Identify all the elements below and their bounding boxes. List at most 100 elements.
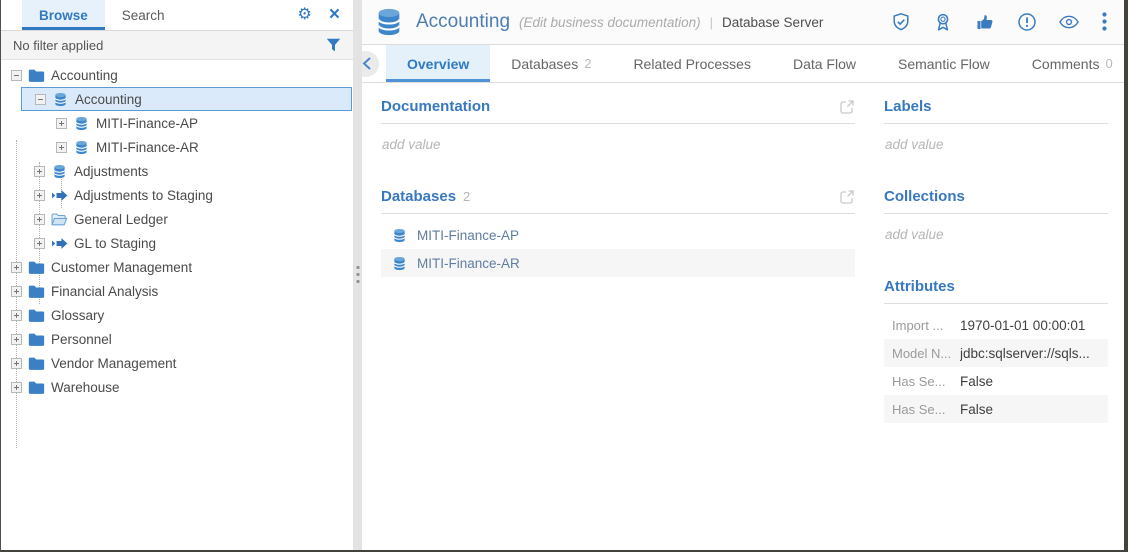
attributes-table: Import ... 1970-01-01 00:00:01 Model N..… (884, 311, 1108, 423)
tree-item-adjustments-to-staging[interactable]: Adjustments to Staging (1, 183, 353, 207)
expand-expander-icon[interactable] (11, 382, 22, 393)
expand-expander-icon[interactable] (56, 142, 67, 153)
tab-count: 0 (1105, 56, 1112, 71)
tree-item-label: Customer Management (51, 260, 192, 275)
tree-item-label: Warehouse (51, 380, 120, 395)
tab-comments[interactable]: Comments0 (1011, 45, 1124, 82)
database-server-icon (52, 92, 69, 107)
tree-item-label: Glossary (51, 308, 104, 323)
data-flow-icon (51, 236, 68, 251)
overview-main-column: Documentation add value Databases 2 MITI… (381, 83, 855, 277)
collections-add-value[interactable]: add value (884, 214, 1108, 263)
expand-expander-icon[interactable] (34, 214, 45, 225)
more-menu-icon[interactable] (1101, 12, 1108, 32)
tree-item-personnel[interactable]: Personnel (1, 327, 353, 351)
filter-bar: No filter applied (1, 31, 353, 60)
documentation-add-value[interactable]: add value (381, 124, 855, 173)
tree-item-label: Accounting (75, 92, 142, 107)
folder-icon (28, 284, 45, 299)
section-title: Databases (381, 188, 456, 205)
tree-item-adjustments[interactable]: Adjustments (1, 159, 353, 183)
tree-item-glossary[interactable]: Glossary (1, 303, 353, 327)
certification-award-icon[interactable] (933, 12, 953, 32)
documentation-section-header: Documentation (381, 83, 855, 124)
edit-documentation-hint[interactable]: (Edit business documentation) (519, 15, 701, 30)
tree-item-accounting-folder[interactable]: Accounting (1, 63, 353, 87)
open-in-editor-icon[interactable] (839, 99, 855, 115)
tree-item-vendor-management[interactable]: Vendor Management (1, 351, 353, 375)
splitter-grip-icon[interactable] (356, 266, 359, 283)
tree-item-general-ledger[interactable]: General Ledger (1, 207, 353, 231)
tab-semantic-flow[interactable]: Semantic Flow (877, 45, 1011, 82)
attribute-value: False (960, 402, 1108, 417)
expand-expander-icon[interactable] (11, 286, 22, 297)
tab-browse[interactable]: Browse (22, 0, 105, 30)
attribute-value: jdbc:sqlserver://sqls... (960, 346, 1108, 361)
tree-item-customer-management[interactable]: Customer Management (1, 255, 353, 279)
app-window: Browse Search ⚙ × No filter applied Acco… (0, 0, 1128, 552)
table-row: Has Se... False (884, 395, 1108, 423)
list-item-miti-finance-ap[interactable]: MITI-Finance-AP (381, 221, 855, 249)
expand-expander-icon[interactable] (11, 310, 22, 321)
tree-item-label: Adjustments to Staging (74, 188, 213, 203)
tree-item-miti-finance-ap[interactable]: MITI-Finance-AP (1, 111, 353, 135)
expand-expander-icon[interactable] (34, 190, 45, 201)
watch-eye-icon[interactable] (1059, 12, 1079, 32)
expand-expander-icon[interactable] (11, 358, 22, 369)
tab-related-processes[interactable]: Related Processes (612, 45, 772, 82)
tab-databases[interactable]: Databases2 (490, 45, 612, 82)
labels-section-header: Labels (884, 83, 1108, 124)
header-action-icons (891, 12, 1108, 32)
tab-label: Data Flow (793, 56, 856, 72)
object-type-label: Database Server (722, 15, 823, 30)
attribute-name: Has Se... (884, 402, 960, 417)
expand-expander-icon[interactable] (34, 166, 45, 177)
table-row: Model N... jdbc:sqlserver://sqls... (884, 339, 1108, 367)
filter-icon[interactable] (326, 38, 341, 52)
tab-browse-label: Browse (39, 8, 88, 23)
attribute-name: Import ... (884, 318, 960, 333)
table-row: Has Se... False (884, 367, 1108, 395)
tab-search[interactable]: Search (105, 0, 182, 30)
expand-expander-icon[interactable] (56, 118, 67, 129)
section-title: Documentation (381, 98, 490, 115)
expand-expander-icon[interactable] (11, 262, 22, 273)
tab-overview[interactable]: Overview (386, 45, 490, 82)
tree-item-label: Financial Analysis (51, 284, 158, 299)
object-header: Accounting (Edit business documentation)… (362, 0, 1124, 45)
panel-splitter[interactable] (353, 0, 362, 550)
tree-item-accounting-server[interactable]: Accounting (21, 87, 352, 111)
attribute-name: Has Se... (884, 374, 960, 389)
tree-item-warehouse[interactable]: Warehouse (1, 375, 353, 399)
folder-icon (28, 68, 45, 83)
list-item-miti-finance-ar[interactable]: MITI-Finance-AR (381, 249, 855, 277)
tree-item-miti-finance-ar[interactable]: MITI-Finance-AR (1, 135, 353, 159)
alert-circle-icon[interactable] (1017, 12, 1037, 32)
tab-data-flow[interactable]: Data Flow (772, 45, 877, 82)
open-in-editor-icon[interactable] (839, 189, 855, 205)
database-server-icon (51, 164, 68, 179)
thumbs-up-icon[interactable] (975, 12, 995, 32)
object-title: Accounting (416, 11, 510, 33)
collapse-expander-icon[interactable] (35, 94, 46, 105)
close-icon[interactable]: × (329, 5, 340, 24)
tabs-scroll-left-button[interactable] (362, 51, 379, 77)
expand-expander-icon[interactable] (11, 334, 22, 345)
header-separator: | (710, 15, 713, 30)
databases-list: MITI-Finance-AP MITI-Finance-AR (381, 221, 855, 277)
section-title: Collections (884, 188, 965, 205)
expand-expander-icon[interactable] (34, 238, 45, 249)
tree-item-gl-to-staging[interactable]: GL to Staging (1, 231, 353, 255)
collapse-expander-icon[interactable] (11, 70, 22, 81)
tree-item-financial-analysis[interactable]: Financial Analysis (1, 279, 353, 303)
tree-item-label: GL to Staging (74, 236, 156, 251)
labels-add-value[interactable]: add value (884, 124, 1108, 173)
shield-check-icon[interactable] (891, 12, 911, 32)
section-title: Labels (884, 98, 932, 115)
tab-label: Related Processes (633, 56, 751, 72)
data-flow-icon (51, 188, 68, 203)
folder-icon (28, 308, 45, 323)
gear-icon[interactable]: ⚙ (298, 7, 312, 23)
folder-icon (28, 260, 45, 275)
filter-status-text: No filter applied (13, 38, 103, 53)
